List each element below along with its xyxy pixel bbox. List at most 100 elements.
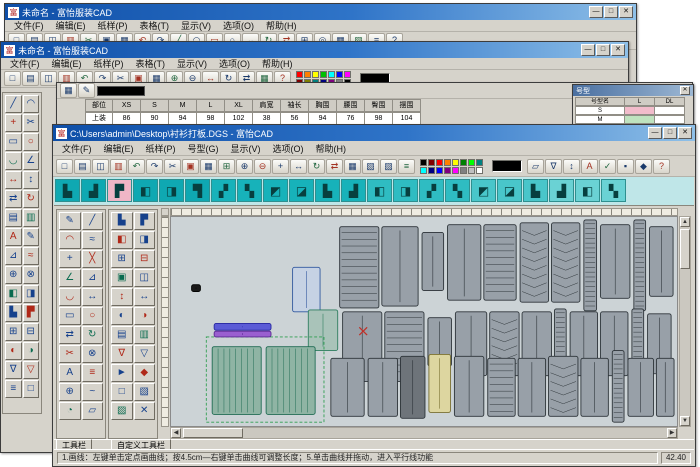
tool-button[interactable]: ◧	[5, 285, 22, 303]
titlebar[interactable]: 富 未命名 - 富怡服装CAD — □ ✕	[5, 4, 636, 20]
tool-button[interactable]: ▭	[5, 133, 22, 151]
pattern-piece-thumbnail[interactable]: ◨	[393, 179, 418, 202]
close-button[interactable]: ✕	[611, 44, 625, 56]
menu-item[interactable]: 选项(O)	[213, 57, 256, 70]
pattern-piece-thumbnail[interactable]: ◪	[289, 179, 314, 202]
tool-button[interactable]: ⊿	[5, 247, 22, 265]
design-tool-button[interactable]: ▭	[59, 307, 81, 325]
pattern-tool-button[interactable]: ▛	[134, 212, 156, 230]
open-icon[interactable]: ▤	[74, 159, 91, 174]
panel-piece[interactable]	[628, 358, 653, 416]
menu-item[interactable]: 表格(T)	[130, 57, 172, 70]
pattern-piece-thumbnail[interactable]: ▙	[523, 179, 548, 202]
color-swatch[interactable]	[344, 71, 351, 78]
close-button[interactable]: ✕	[680, 86, 690, 95]
plot-icon[interactable]: ▨	[380, 159, 397, 174]
panel-piece[interactable]	[331, 358, 364, 416]
tool-button[interactable]: ⊞	[5, 323, 22, 341]
pattern-tool-button[interactable]: ◐	[111, 307, 133, 325]
menu-item[interactable]: 编辑(E)	[50, 19, 92, 32]
tool-button[interactable]: ▙	[5, 304, 22, 322]
yellow-panel-piece[interactable]	[429, 354, 451, 412]
pattern-tool-button[interactable]: ▽	[134, 345, 156, 363]
scroll-up-arrow[interactable]: ▲	[680, 217, 690, 227]
pattern-piece-thumbnail[interactable]: ◧	[575, 179, 600, 202]
menu-item[interactable]: 文件(F)	[8, 19, 50, 32]
placket-strip-piece[interactable]	[612, 351, 624, 423]
titlebar[interactable]: 富 未命名 - 富怡服装CAD — □ ✕	[1, 42, 628, 58]
tool-button[interactable]: +	[5, 114, 22, 132]
menu-item[interactable]: 编辑(E)	[46, 57, 88, 70]
notch-icon[interactable]: ∇	[545, 159, 562, 174]
vertical-scroll-thumb[interactable]	[680, 229, 690, 269]
pattern-tool-button[interactable]: ↕	[111, 288, 133, 306]
design-tool-button[interactable]: ○	[82, 307, 104, 325]
chevron-panel-piece[interactable]	[551, 223, 579, 302]
undo-icon[interactable]: ↶	[128, 159, 145, 174]
pin-icon[interactable]: ▪	[617, 159, 634, 174]
size-table-icon[interactable]: ▧	[362, 159, 379, 174]
menu-item[interactable]: 编辑(E)	[98, 142, 140, 155]
zoom-out-icon[interactable]: ⊖	[254, 159, 271, 174]
panel-piece[interactable]	[518, 358, 545, 416]
pattern-piece-thumbnail[interactable]: ▚	[445, 179, 470, 202]
new-icon[interactable]: □	[56, 159, 73, 174]
menu-item[interactable]: 选项(O)	[267, 142, 310, 155]
maximize-button[interactable]: □	[604, 6, 618, 18]
design-tool-button[interactable]: ◔	[59, 402, 81, 420]
tool-button[interactable]: ◑	[23, 342, 40, 360]
color-swatch[interactable]	[436, 159, 443, 166]
menu-item[interactable]: 纸样(P)	[88, 57, 130, 70]
tool-button[interactable]: ◨	[23, 285, 40, 303]
tool-button[interactable]: ▥	[23, 209, 40, 227]
placket-strip-piece[interactable]	[634, 220, 646, 311]
small-panel-piece[interactable]	[422, 232, 444, 290]
pattern-tool-button[interactable]: ▤	[111, 326, 133, 344]
menu-item[interactable]: 显示(V)	[225, 142, 267, 155]
color-swatch[interactable]	[468, 167, 475, 174]
design-tool-button[interactable]: ⇄	[59, 326, 81, 344]
save-icon[interactable]: ◫	[92, 159, 109, 174]
design-tool-button[interactable]: ↔	[82, 288, 104, 306]
panel-piece[interactable]	[368, 358, 397, 416]
rotate-icon[interactable]: ↻	[308, 159, 325, 174]
pattern-tool-button[interactable]: ◨	[134, 231, 156, 249]
pattern-tool-button[interactable]: ▙	[111, 212, 133, 230]
spec-cell[interactable]	[655, 115, 685, 124]
copy-icon[interactable]: ▣	[182, 159, 199, 174]
mirror-icon[interactable]: ⇄	[326, 159, 343, 174]
close-button[interactable]: ✕	[678, 127, 692, 139]
menu-item[interactable]: 文件(F)	[56, 142, 98, 155]
pattern-piece-thumbnail[interactable]: ▟	[341, 179, 366, 202]
spec-cell[interactable]: S	[575, 106, 625, 115]
tool-button[interactable]: ✎	[23, 228, 40, 246]
tool-button[interactable]: ◠	[23, 95, 40, 113]
bodice-piece[interactable]	[382, 227, 418, 306]
waistband-piece[interactable]	[214, 331, 271, 337]
piece-icon[interactable]: ◆	[635, 159, 652, 174]
color-swatch[interactable]	[304, 71, 311, 78]
color-swatch[interactable]	[476, 167, 483, 174]
pattern-tool-button[interactable]: ◫	[134, 269, 156, 287]
menu-item[interactable]: 帮助(H)	[256, 57, 299, 70]
maximize-button[interactable]: □	[596, 44, 610, 56]
design-tool-button[interactable]: ≈	[82, 231, 104, 249]
color-swatch[interactable]	[328, 71, 335, 78]
maximize-button[interactable]: □	[663, 127, 677, 139]
tool-button[interactable]: □	[23, 380, 40, 398]
spec-cell[interactable]	[655, 106, 685, 115]
check-icon[interactable]: ✓	[599, 159, 616, 174]
pattern-tool-button[interactable]: ↔	[134, 288, 156, 306]
zoom-in-icon[interactable]: ⊕	[236, 159, 253, 174]
pattern-tool-button[interactable]: ►	[111, 364, 133, 382]
tool-button[interactable]: ▤	[5, 209, 22, 227]
tool-button[interactable]: ○	[23, 133, 40, 151]
tool-button[interactable]: ╱	[5, 95, 22, 113]
size-table-icon[interactable]: ▦	[60, 83, 77, 98]
edit-cell-icon[interactable]: ✎	[78, 83, 95, 98]
color-swatch[interactable]	[436, 167, 443, 174]
tool-button[interactable]: ◡	[5, 152, 22, 170]
dark-panel-piece[interactable]	[400, 356, 425, 418]
design-tool-button[interactable]: ⊕	[59, 383, 81, 401]
placket-strip-piece[interactable]	[584, 220, 597, 311]
